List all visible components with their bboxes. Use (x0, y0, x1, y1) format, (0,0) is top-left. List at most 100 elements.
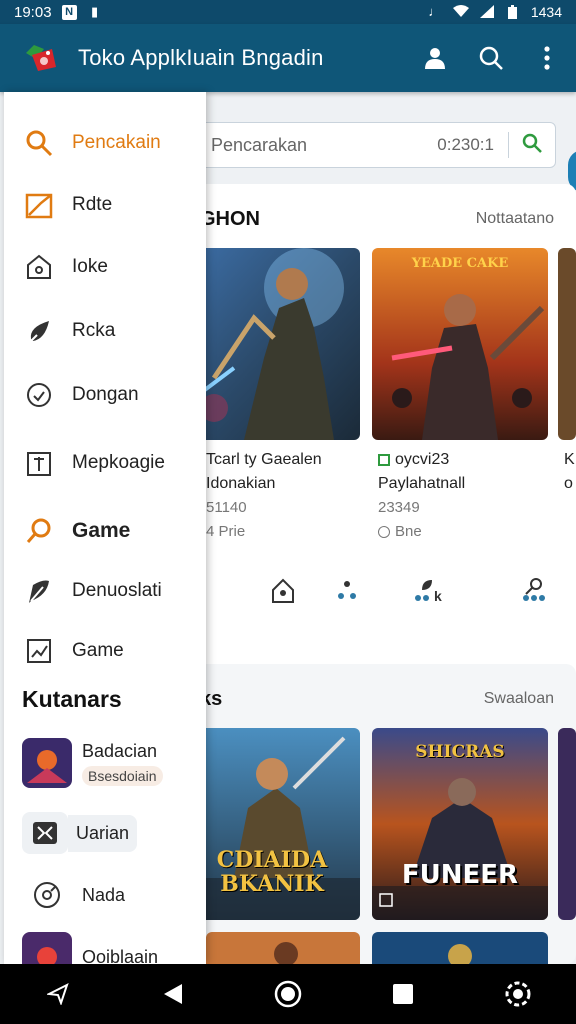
drawer-item-label: Dongan (72, 384, 139, 405)
more-vert-icon[interactable] (534, 45, 560, 71)
drawer-item-label: Mepkoagie (72, 452, 165, 473)
game-info: K o (564, 448, 576, 496)
app-logo-icon (22, 39, 60, 77)
game-tile[interactable] (558, 728, 576, 920)
category-item[interactable]: Uarian (4, 804, 206, 862)
status-time: 19:03 (14, 3, 52, 21)
key-icon[interactable] (518, 576, 548, 606)
category-icon-box (22, 870, 72, 920)
game-title: K (564, 451, 575, 468)
drawer-item-download[interactable]: Denuoslati (4, 566, 206, 616)
game-banner: CDIAIDA BKANIK (216, 847, 328, 897)
game-subtitle: Idonakian (206, 475, 276, 492)
game-tile[interactable] (558, 248, 576, 440)
user-icon[interactable] (422, 45, 448, 71)
category-icon-row: k (180, 576, 576, 620)
book-icon (24, 448, 54, 478)
drawer-item-label: Game (72, 519, 131, 542)
game-top-banner: SHICRAS (415, 742, 505, 762)
search-code: 0:230:1 (437, 135, 494, 154)
category-label: Ooiblaain (82, 946, 159, 965)
game-tile[interactable]: SHICRAS FUNEER (372, 728, 548, 920)
game-count: 23349 (378, 499, 420, 516)
status-bar: 19:03 N ▮ ♩ 1434 (0, 0, 576, 24)
back-icon[interactable] (153, 974, 193, 1014)
home-icon (24, 252, 54, 282)
clock-icon (24, 380, 54, 410)
search-placeholder: Pencarakan (211, 134, 308, 155)
drawer-item-chart[interactable]: Game (4, 626, 206, 676)
game-info: Tcarl ty Gaealen Idonakian 51140 4 Prie (206, 448, 382, 544)
drawer-item-label: Rcka (72, 320, 116, 341)
category-item[interactable]: Badacian Bsesdoiain (4, 734, 206, 792)
app-bar: Toko ApplkIuain Bngadin (0, 24, 576, 92)
rocket-icon (24, 316, 54, 346)
search-icon[interactable] (478, 45, 504, 71)
battery-icon (505, 5, 521, 19)
game-price: 4 Prie (206, 523, 246, 540)
refresh-icon (34, 882, 60, 908)
section-see-all-link[interactable]: Swaaloan (484, 690, 554, 708)
game-banner: FUNEER (401, 860, 519, 890)
recents-icon[interactable] (383, 974, 423, 1014)
drawer-item-home[interactable]: Ioke (4, 242, 206, 292)
search-divider (508, 132, 509, 158)
section-title: GHON (200, 208, 260, 230)
grid-apps-icon (33, 822, 57, 844)
system-nav-bar (0, 964, 576, 1024)
search-input[interactable]: Pencarakan 0:230:1 (190, 122, 556, 168)
search-icon (24, 128, 54, 158)
category-label: Uarian (68, 814, 138, 852)
app-title: Toko ApplkIuain Bngadin (78, 45, 324, 70)
drawer-item-label: Denuoslati (72, 580, 162, 601)
drawer-item-clock[interactable]: Dongan (4, 370, 206, 420)
drawer-item-game[interactable]: Game (4, 506, 206, 556)
notification-n-icon: N (61, 4, 77, 20)
category-badge: Bsesdoiain (82, 765, 163, 786)
trending-icon (24, 190, 54, 220)
game-tile[interactable]: YEADE CAKE (372, 248, 548, 440)
category-thumbnail (22, 932, 72, 964)
drawer-item-label: Game (72, 640, 124, 661)
settings-icon[interactable] (498, 974, 538, 1014)
category-icon-box (22, 812, 68, 854)
wifi-icon (452, 5, 469, 19)
vibrate-icon: ♩ (428, 4, 442, 19)
game-search-icon (24, 516, 54, 546)
drawer-item-label: Pencakain (72, 132, 161, 153)
drawer-item-trending[interactable]: Rdte (4, 180, 206, 230)
category-item[interactable]: Ooiblaain (4, 928, 206, 964)
navigation-drawer: Pencakain Rdte Ioke Rcka Dongan Mepkoagi… (4, 92, 206, 964)
game-title: oycvi23 (378, 448, 554, 472)
drawer-item-book[interactable]: Mepkoagie (4, 438, 206, 488)
categories-heading: Kutanars (22, 686, 122, 712)
icon-row-text: k (434, 588, 442, 604)
comment-icon (378, 526, 390, 539)
shop-icon[interactable] (268, 576, 298, 606)
game-info: oycvi23 Paylahatnall 23349 Bne (378, 448, 554, 544)
drawer-item-rocket[interactable]: Rcka (4, 306, 206, 356)
category-label: Nada (82, 884, 126, 905)
game-tile[interactable] (206, 932, 360, 964)
drawer-item-search[interactable]: Pencakain (4, 118, 206, 168)
dots-icon[interactable] (332, 576, 362, 606)
game-tile[interactable] (372, 932, 548, 964)
chart-icon (24, 636, 54, 666)
battery-text: 1434 (530, 4, 562, 20)
assistant-icon[interactable] (38, 974, 78, 1014)
game-meta: Bne (378, 520, 554, 544)
game-tile[interactable] (184, 248, 360, 440)
search-submit-icon[interactable] (521, 132, 543, 159)
home-button-icon[interactable] (268, 974, 308, 1014)
category-item[interactable]: Nada (4, 866, 206, 924)
pin-k-icon[interactable]: k (410, 576, 450, 606)
game-subtitle: Paylahatnall (378, 475, 466, 492)
category-thumbnail (22, 738, 72, 788)
game-count: 51140 (206, 499, 247, 516)
game-tile[interactable]: CDIAIDA BKANIK (184, 728, 360, 920)
drawer-item-label: Rdte (72, 194, 113, 215)
drawer-item-label: Ioke (72, 256, 108, 277)
game-title: Tcarl ty Gaealen (206, 451, 322, 468)
game-banner: YEADE CAKE (411, 256, 509, 271)
section-see-all-link[interactable]: Nottaatano (476, 210, 554, 228)
